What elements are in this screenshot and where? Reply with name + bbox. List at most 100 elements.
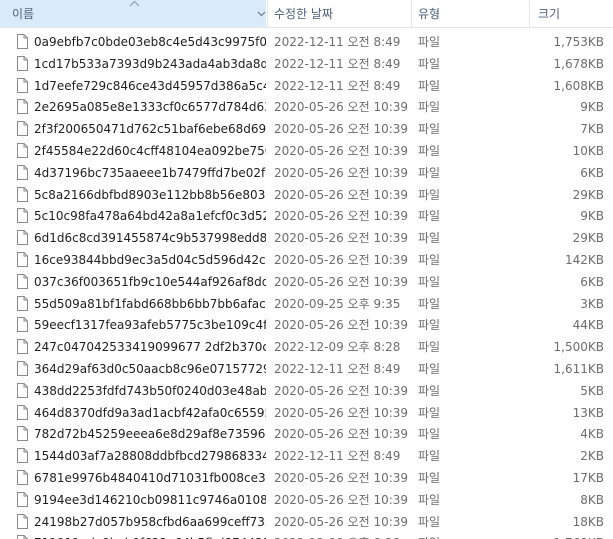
file-name: 711911eda9beb9f622e64b5fbd874433... [34, 532, 266, 539]
file-modified-date: 2020-05-26 오전 10:39 [274, 209, 409, 224]
file-modified-date: 2020-09-25 오후 9:35 [274, 296, 401, 311]
file-row[interactable]: 711911eda9beb9f622e64b5fbd874433... 2022… [0, 532, 613, 539]
file-row[interactable]: 364d29af63d0c50aacb8c96e07157729... 2022… [0, 358, 613, 380]
file-row[interactable]: 438dd2253fdfd743b50f0240d03e48ab... 2020… [0, 380, 613, 402]
file-type: 파일 [418, 296, 441, 311]
file-name: 9194ee3d146210cb09811c9746a0108f... [34, 492, 266, 507]
file-name: 6781e9976b4840410d71031fb008ce3... [34, 470, 266, 485]
file-row[interactable]: 247c047042533419099677 2df2b370d... 2022… [0, 336, 613, 358]
file-modified-date: 2020-05-26 오전 10:39 [274, 427, 409, 442]
blank-file-icon [17, 382, 28, 398]
sort-up-arrow-icon [129, 0, 140, 10]
file-row[interactable]: 6781e9976b4840410d71031fb008ce3... 2020-… [0, 467, 613, 489]
file-size: 6KB [580, 165, 604, 180]
file-type: 파일 [418, 449, 441, 464]
file-row[interactable]: 24198b27d057b958cfbd6aa699ceff733... 202… [0, 511, 613, 533]
file-type: 파일 [418, 252, 441, 267]
file-size: 7KB [580, 122, 604, 137]
file-size: 18KB [572, 514, 604, 529]
blank-file-icon [17, 208, 28, 224]
file-type: 파일 [418, 100, 441, 115]
file-name: 1cd17b533a7393d9b243ada4ab3da8df... [34, 56, 266, 71]
file-row[interactable]: 782d72b45259eeea6e8d29af8e735963... 2020… [0, 423, 613, 445]
file-modified-date: 2020-05-26 오전 10:39 [274, 470, 409, 485]
file-type: 파일 [418, 209, 441, 224]
file-row[interactable]: 037c36f003651fb9c10e544af926af8dd... 202… [0, 271, 613, 293]
file-type: 파일 [418, 405, 441, 420]
file-name: 1544d03af7a28808ddbfbcd279868334... [34, 449, 266, 464]
file-name: 4d37196bc735aaeee1b7479ffd7be02fd... [34, 165, 266, 180]
file-size: 1,500KB [553, 340, 604, 355]
file-size: 13KB [572, 405, 604, 420]
file-name: 438dd2253fdfd743b50f0240d03e48ab... [34, 383, 266, 398]
file-modified-date: 2020-05-26 오전 10:39 [274, 514, 409, 529]
file-size: 142KB [564, 252, 604, 267]
file-row[interactable]: 16ce93844bbd9ec3a5d04c5d596d42c3... 2020… [0, 249, 613, 271]
file-row[interactable]: 9194ee3d146210cb09811c9746a0108f... 2020… [0, 489, 613, 511]
file-size: 8KB [580, 492, 604, 507]
file-row[interactable]: 464d8370dfd9a3ad1acbf42afa0c65595... 202… [0, 402, 613, 424]
chevron-down-icon[interactable] [256, 0, 266, 27]
file-size: 5KB [580, 383, 604, 398]
file-list: 0a9ebfb7c0bde03eb8c4e5d43c9975f0b... 202… [0, 31, 613, 539]
file-size: 6KB [580, 274, 604, 289]
file-row[interactable]: 55d509a81bf1fabd668bb6bb7bb6afaca... 202… [0, 293, 613, 315]
file-modified-date: 2022-12-11 오전 8:49 [274, 78, 401, 93]
file-row[interactable]: 2f45584e22d60c4cff48104ea092be750... 202… [0, 140, 613, 162]
file-modified-date: 2022-12-11 오전 8:49 [274, 56, 401, 71]
file-size: 1,678KB [553, 56, 604, 71]
file-name: 037c36f003651fb9c10e544af926af8dd... [34, 274, 266, 289]
file-name: 464d8370dfd9a3ad1acbf42afa0c65595... [34, 405, 266, 420]
file-modified-date: 2022-12-09 오후 8:28 [274, 532, 410, 539]
blank-file-icon [17, 164, 28, 180]
file-type: 파일 [418, 231, 441, 246]
file-name: 5c8a2166dbfbd8903e112bb8b56e8031... [34, 187, 266, 202]
file-modified-date: 2020-05-26 오전 10:39 [274, 405, 409, 420]
file-row[interactable]: 0a9ebfb7c0bde03eb8c4e5d43c9975f0b... 202… [0, 31, 613, 53]
file-row[interactable]: 4d37196bc735aaeee1b7479ffd7be02fd... 202… [0, 162, 613, 184]
file-size: 1,753KB [553, 35, 604, 49]
file-row[interactable]: 59eecf1317fea93afeb5775c3be109c4f8... 20… [0, 314, 613, 336]
blank-file-icon [17, 230, 28, 246]
file-modified-date: 2022-12-09 오후 8:28 [274, 340, 401, 355]
blank-file-icon [17, 77, 28, 93]
file-size: 29KB [572, 187, 604, 202]
file-row[interactable]: 2f3f200650471d762c51baf6ebe68d69... 2020… [0, 118, 613, 140]
file-row[interactable]: 5c10c98fa478a64bd42a8a1efcf0c3d52... 202… [0, 205, 613, 227]
file-row[interactable]: 5c8a2166dbfbd8903e112bb8b56e8031... 2020… [0, 184, 613, 206]
file-row[interactable]: 6d1d6c8cd391455874c9b537998edd8... 2020-… [0, 227, 613, 249]
file-row[interactable]: 1cd17b533a7393d9b243ada4ab3da8df... 2022… [0, 53, 613, 75]
file-row[interactable]: 1544d03af7a28808ddbfbcd279868334... 2022… [0, 445, 613, 467]
file-size: 3KB [580, 296, 604, 311]
column-header-name[interactable]: 이름 [0, 0, 266, 27]
blank-file-icon [17, 513, 28, 529]
column-header-type[interactable]: 유형 [412, 0, 528, 27]
file-name: 247c047042533419099677 2df2b370d... [34, 340, 266, 355]
file-name: 2f45584e22d60c4cff48104ea092be750... [34, 143, 266, 158]
file-type: 파일 [418, 514, 441, 529]
blank-file-icon [17, 317, 28, 333]
column-header-name-label: 이름 [12, 7, 35, 21]
file-size: 9KB [580, 100, 604, 115]
column-header-size[interactable]: 크기 [530, 0, 613, 27]
file-row[interactable]: 1d7eefe729c846ce43d45957d386a5c4... 2022… [0, 75, 613, 97]
file-name: 364d29af63d0c50aacb8c96e07157729... [34, 361, 266, 376]
column-header-date[interactable]: 수정한 날짜 [268, 0, 410, 27]
file-size: 4KB [580, 427, 604, 442]
file-row[interactable]: 2e2695a085e8e1333cf0c6577d784d63... 2020… [0, 96, 613, 118]
file-size: 1,611KB [553, 361, 604, 376]
file-modified-date: 2020-05-26 오전 10:39 [274, 122, 409, 137]
file-type: 파일 [418, 165, 441, 180]
blank-file-icon [17, 121, 28, 137]
file-modified-date: 2020-05-26 오전 10:39 [274, 231, 409, 246]
blank-file-icon [17, 273, 28, 289]
file-size: 44KB [572, 318, 604, 333]
file-type: 파일 [418, 274, 441, 289]
file-size: 9KB [580, 209, 604, 224]
file-name: 55d509a81bf1fabd668bb6bb7bb6afaca... [34, 296, 266, 311]
file-type: 파일 [418, 470, 441, 485]
file-modified-date: 2020-05-26 오전 10:39 [274, 492, 409, 507]
file-modified-date: 2020-05-26 오전 10:39 [274, 143, 409, 158]
file-type: 파일 [418, 122, 441, 137]
file-type: 파일 [418, 56, 441, 71]
